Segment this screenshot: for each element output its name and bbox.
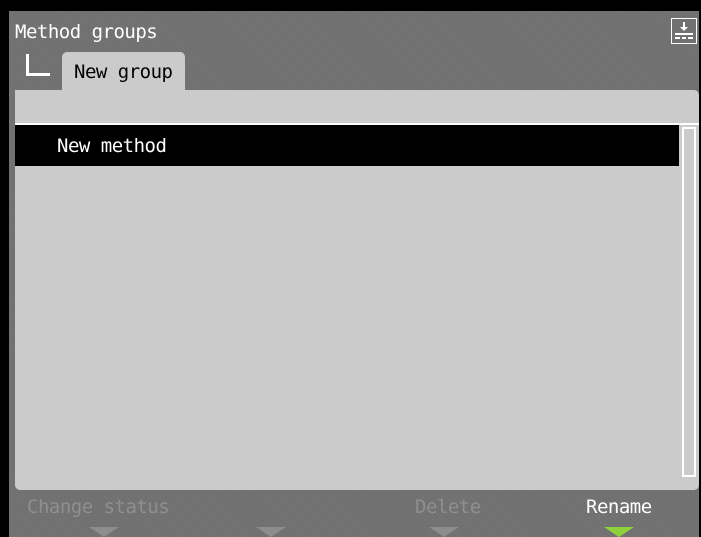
softkey-bar: Change status Delete Rename (9, 490, 699, 537)
method-list: New method (15, 125, 679, 166)
softkey-change-status[interactable]: Change status (27, 493, 177, 537)
tab-new-group[interactable]: New group (62, 52, 185, 91)
softkey-2[interactable] (239, 493, 299, 537)
softkey-rename[interactable]: Rename (586, 493, 666, 537)
tab-label: New group (74, 60, 173, 83)
download-tray-icon[interactable] (671, 18, 697, 44)
list-item-label: New method (57, 134, 167, 157)
softkey-label: Delete (415, 496, 481, 518)
softkey-arrow-icon (89, 527, 119, 537)
softkey-label: Rename (586, 496, 652, 518)
scrollbar[interactable] (682, 127, 696, 477)
list-item-new-method[interactable]: New method (15, 125, 679, 166)
softkey-arrow-icon (604, 527, 634, 537)
softkey-arrow-icon (429, 527, 459, 537)
softkey-arrow-icon (256, 527, 286, 537)
softkey-label: Change status (27, 496, 170, 518)
page-title: Method groups (15, 21, 158, 43)
softkey-delete[interactable]: Delete (413, 493, 493, 537)
device-screen: Method groups New group New method Chang… (9, 11, 699, 537)
method-list-panel: New method (15, 90, 699, 490)
tree-branch-icon (26, 54, 50, 76)
